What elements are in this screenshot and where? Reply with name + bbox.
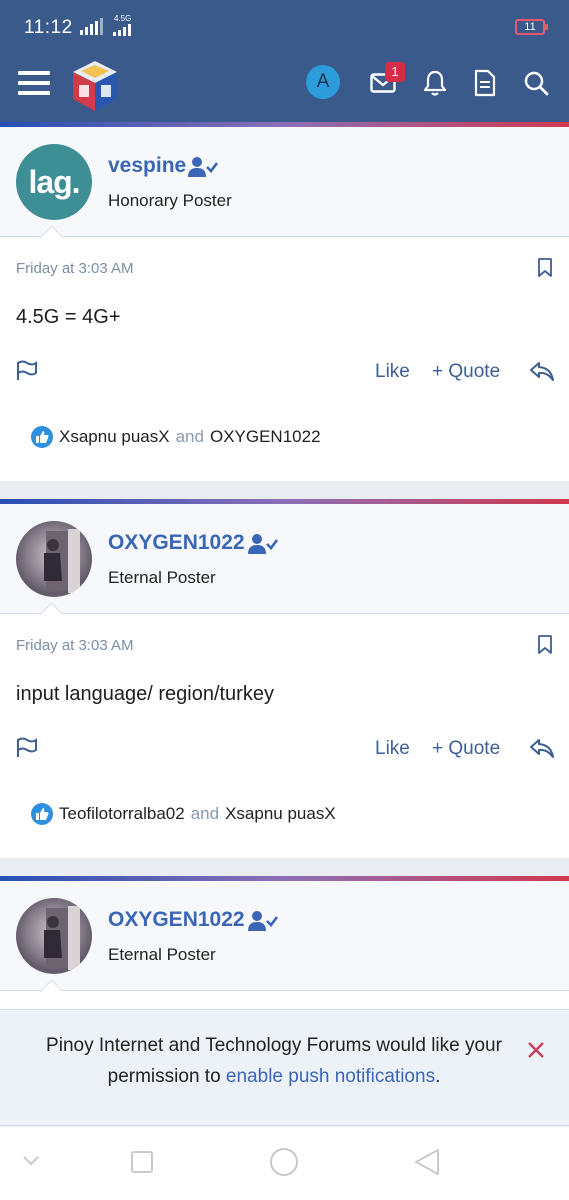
user-avatar[interactable] [16, 898, 92, 974]
reaction-joiner: and [190, 804, 220, 823]
recents-square-icon[interactable] [130, 1150, 154, 1174]
inbox-badge: 1 [385, 62, 405, 82]
user-role: Eternal Poster [108, 568, 216, 587]
account-avatar[interactable]: A [306, 65, 340, 99]
bookmark-icon[interactable] [537, 635, 553, 655]
bookmark-icon[interactable] [537, 258, 553, 278]
report-flag-icon[interactable] [16, 737, 38, 759]
post-header-pointer [40, 603, 62, 615]
document-icon[interactable] [474, 69, 496, 97]
like-button[interactable]: Like [375, 361, 410, 383]
reaction-user[interactable]: Teofilotorralba02 [59, 804, 185, 824]
reaction-joiner: and [175, 427, 204, 446]
post-content: input language/ region/turkey [16, 683, 274, 705]
notice-text: Pinoy Internet and Technology Forums wou… [22, 1030, 526, 1092]
quote-button[interactable]: + Quote [432, 738, 500, 760]
reaction-user[interactable]: Xsapnu puasX [225, 804, 336, 824]
user-role: Honorary Poster [108, 191, 232, 210]
chevron-down-icon[interactable] [22, 1155, 40, 1167]
reply-icon[interactable] [529, 737, 555, 759]
report-flag-icon[interactable] [16, 360, 38, 382]
system-navigation-bar [0, 1127, 569, 1200]
user-verified-icon [248, 534, 278, 554]
post-1-header: lag. vespine Honorary Poster [0, 127, 569, 237]
post-header-pointer [40, 980, 62, 992]
close-icon[interactable] [526, 1040, 546, 1060]
user-role: Eternal Poster [108, 945, 216, 964]
like-reaction-icon [31, 803, 53, 825]
username[interactable]: OXYGEN1022 [108, 531, 245, 555]
network-type-label: 4.5G [114, 14, 132, 23]
signal-icon [80, 18, 103, 35]
push-notification-notice: Pinoy Internet and Technology Forums wou… [0, 1009, 569, 1126]
post-header-pointer [40, 226, 62, 238]
user-verified-icon [248, 911, 278, 931]
battery-icon: 11 [515, 19, 548, 35]
hamburger-icon[interactable] [18, 70, 50, 96]
notice-text-after: . [435, 1066, 441, 1087]
user-photo [44, 529, 80, 593]
post-3: OXYGEN1022 Eternal Poster [0, 881, 569, 1009]
post-2-header: OXYGEN1022 Eternal Poster [0, 504, 569, 614]
like-button[interactable]: Like [375, 738, 410, 760]
user-verified-icon [188, 157, 218, 177]
home-circle-icon[interactable] [269, 1147, 299, 1177]
search-icon[interactable] [523, 70, 549, 96]
user-avatar[interactable]: lag. [16, 144, 92, 220]
post-date[interactable]: Friday at 3:03 AM [16, 637, 134, 654]
reaction-user[interactable]: Xsapnu puasX [59, 427, 170, 447]
user-photo [44, 906, 80, 970]
back-triangle-icon[interactable] [413, 1147, 441, 1177]
like-reaction-icon [31, 426, 53, 448]
enable-push-link[interactable]: enable push notifications [226, 1066, 435, 1087]
reaction-user[interactable]: OXYGEN1022 [210, 427, 321, 447]
post-date[interactable]: Friday at 3:03 AM [16, 260, 134, 277]
post-1: lag. vespine Honorary Poster Friday at 3… [0, 127, 569, 481]
post-2: OXYGEN1022 Eternal Poster Friday at 3:03… [0, 504, 569, 858]
reactions-bar: Teofilotorralba02 and Xsapnu puasX [31, 803, 336, 825]
post-3-header: OXYGEN1022 Eternal Poster [0, 881, 569, 991]
username[interactable]: vespine [108, 154, 186, 178]
status-bar: 11:12 4.5G 11 [0, 0, 569, 55]
signal-icon-2 [113, 24, 131, 36]
bell-icon[interactable] [423, 69, 447, 97]
username[interactable]: OXYGEN1022 [108, 908, 245, 932]
forum-logo-icon[interactable] [71, 59, 119, 113]
user-avatar[interactable] [16, 521, 92, 597]
reactions-bar: Xsapnu puasX and OXYGEN1022 [31, 426, 321, 448]
top-navbar: A [0, 55, 569, 122]
reply-icon[interactable] [529, 360, 555, 382]
quote-button[interactable]: + Quote [432, 361, 500, 383]
post-content: 4.5G = 4G+ [16, 306, 121, 328]
status-time: 11:12 [24, 17, 73, 38]
